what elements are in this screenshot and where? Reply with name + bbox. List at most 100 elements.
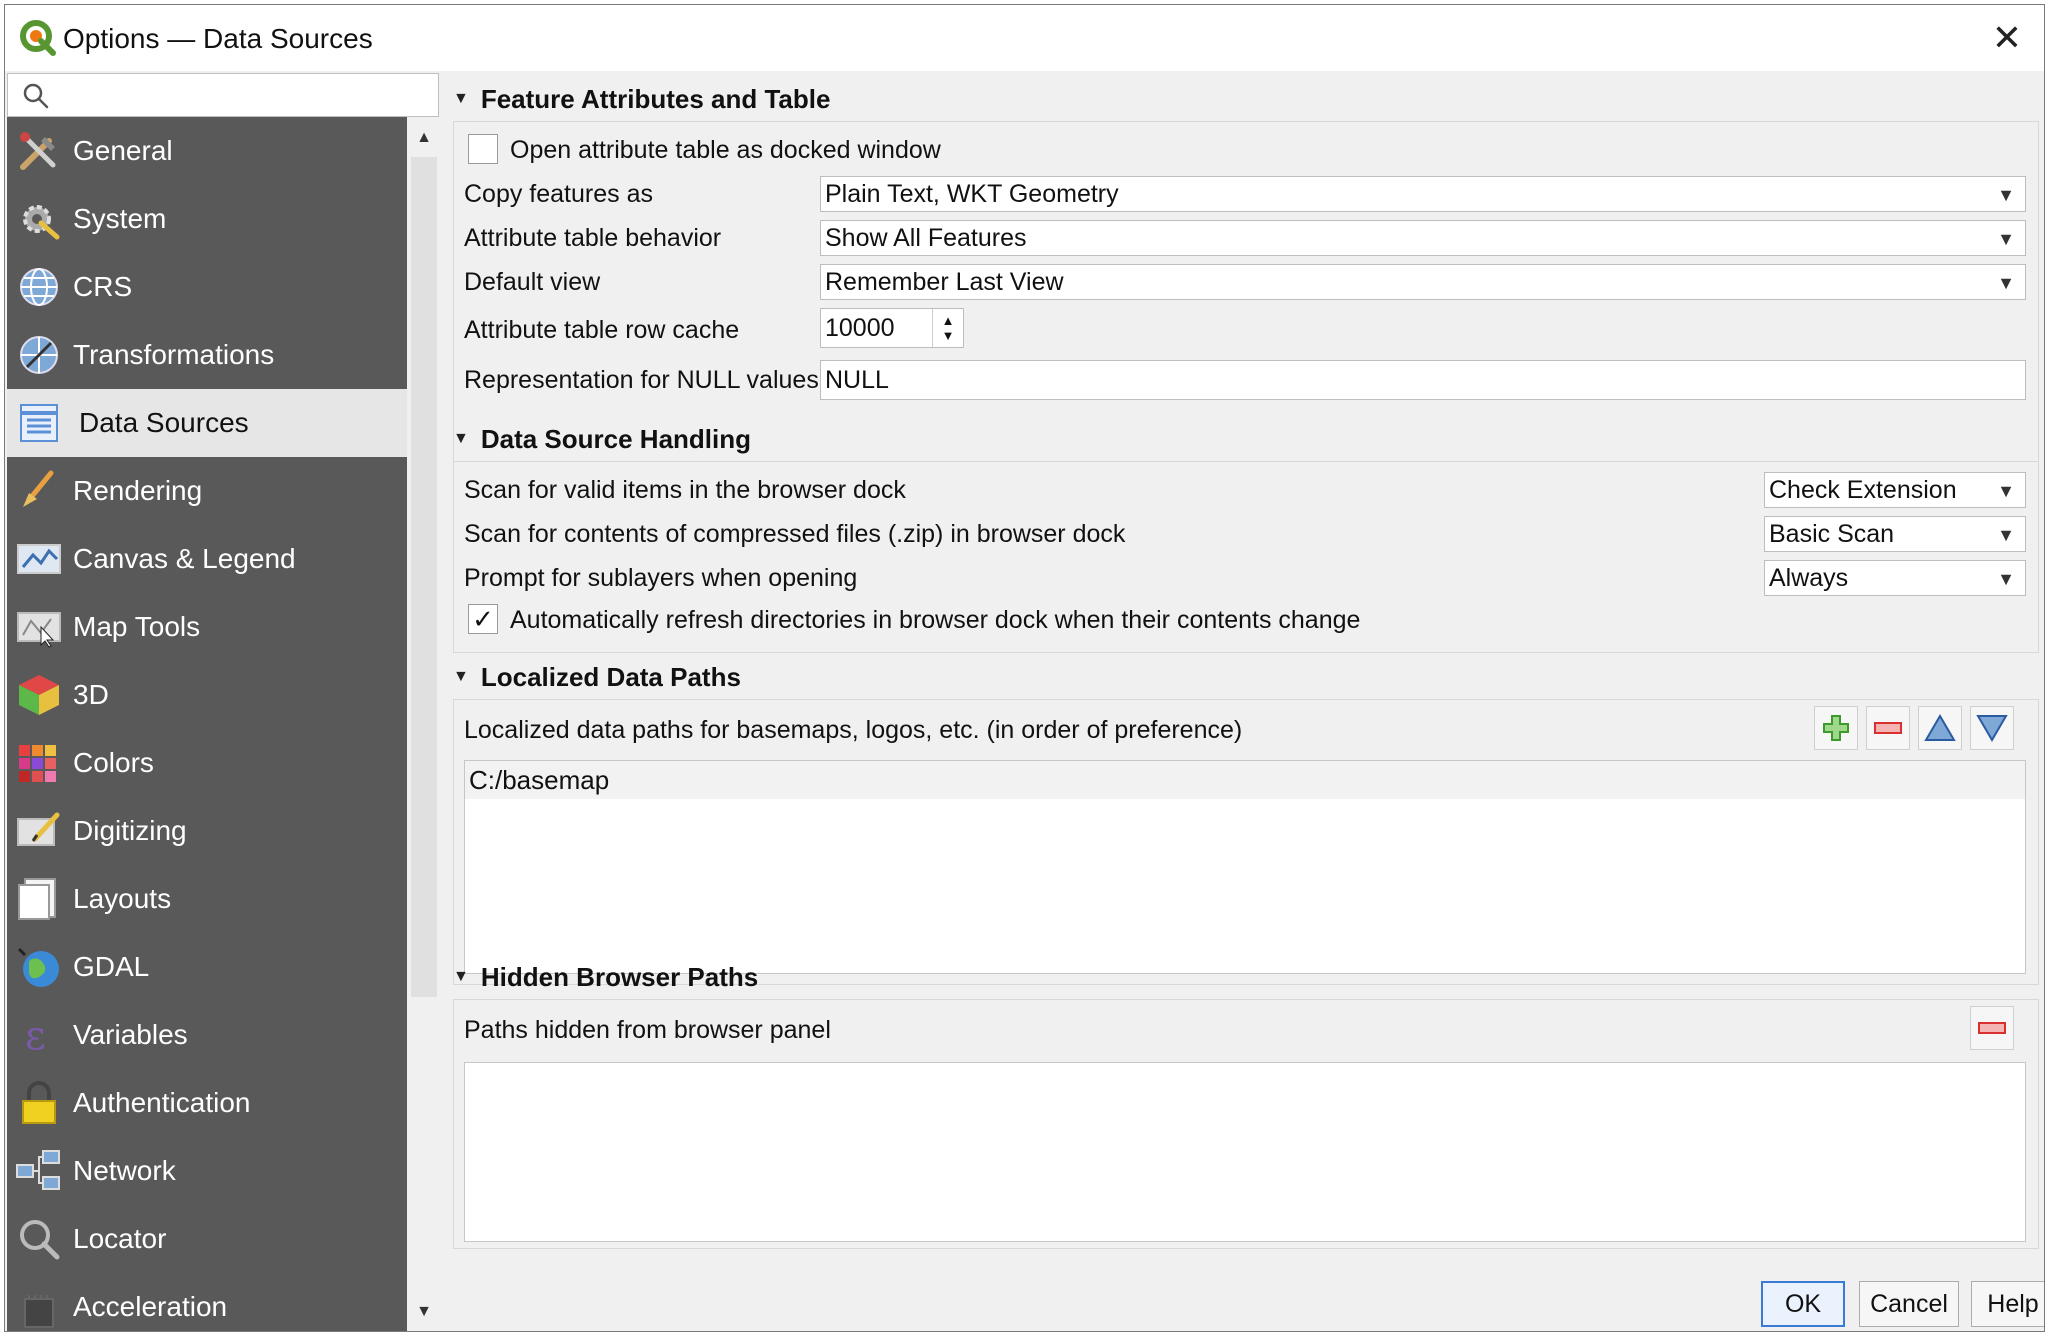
canvas-icon [17,544,61,574]
move-down-button[interactable] [1970,706,2014,750]
sidebar-item-data-sources[interactable]: Data Sources [7,389,407,457]
scan-value: Check Extension [1769,476,1957,504]
sidebar-item-label: Map Tools [73,611,201,642]
cancel-button[interactable]: Cancel [1859,1281,1959,1327]
brush-icon [23,470,54,507]
svg-text:ε: ε [25,1013,46,1057]
sublayers-select[interactable]: Always ▼ [1764,560,2026,596]
sidebar-item-acceleration[interactable]: Acceleration [7,1273,407,1331]
behavior-select[interactable]: Show All Features ▼ [820,220,2026,256]
group-hidden-paths: Paths hidden from browser panel [453,999,2039,1249]
window-title: Options — Data Sources [63,23,373,54]
chevron-down-icon: ▼ [1997,229,2015,249]
remove-hidden-path-button[interactable] [1970,1006,2014,1050]
scroll-up-icon: ▲ [416,129,432,146]
default-view-select[interactable]: Remember Last View ▼ [820,264,2026,300]
zip-label: Scan for contents of compressed files (.… [464,520,1126,548]
collapse-icon: ▼ [453,90,469,107]
arrow-down-icon [1976,715,2008,742]
chip-icon [24,1295,54,1328]
sidebar-item-label: 3D [73,679,109,710]
arrow-up-icon [1924,714,1956,741]
sublayers-value: Always [1769,564,1849,592]
sidebar-item-colors[interactable]: Colors [7,729,407,797]
sidebar-item-crs[interactable]: CRS [7,253,407,321]
add-path-button[interactable] [1814,706,1858,750]
row-cache-spinbox[interactable]: 10000 ▲ ▼ [820,308,964,348]
sidebar-item-map-tools[interactable]: Map Tools [7,593,407,661]
group-feature-attributes: Open attribute table as docked window Co… [453,121,2039,467]
copy-features-select[interactable]: Plain Text, WKT Geometry ▼ [820,176,2026,212]
spin-up-icon[interactable]: ▲ [942,313,955,328]
chevron-down-icon: ▼ [1997,569,2015,589]
plus-icon [1823,715,1849,741]
search-input[interactable] [64,78,428,114]
sidebar-item-rendering[interactable]: Rendering [7,457,407,525]
scroll-up-button[interactable]: ▲ [409,123,439,153]
check-icon: ✓ [472,603,494,634]
sidebar-scrollbar[interactable]: ▲ ▼ [409,117,439,1331]
section-title: Feature Attributes and Table [480,83,831,114]
sidebar-item-variables[interactable]: ε Variables [7,1001,407,1069]
minus-icon [1874,722,1902,734]
zip-select[interactable]: Basic Scan ▼ [1764,516,2026,552]
sidebar-item-transformations[interactable]: Transformations [7,321,407,389]
qgis-logo-icon [20,20,56,56]
palette-icon [19,745,56,782]
behavior-label: Attribute table behavior [464,224,722,252]
section-header-data-source-handling[interactable]: ▼ Data Source Handling [453,419,751,459]
scroll-thumb[interactable] [411,157,437,997]
sidebar-item-digitizing[interactable]: Digitizing [7,797,407,865]
auto-refresh-checkbox[interactable]: ✓ [468,604,498,634]
remove-path-button[interactable] [1866,706,1910,750]
main-panel: ▼ Feature Attributes and Table Open attr… [443,71,2044,1331]
default-view-label: Default view [464,268,601,296]
section-header-feature-attributes[interactable]: ▼ Feature Attributes and Table [453,79,830,119]
sidebar-item-label: Network [73,1155,176,1186]
close-button[interactable]: ✕ [1980,11,2034,65]
spin-arrows[interactable]: ▲ ▼ [932,309,963,347]
sidebar-item-label: Colors [73,747,154,778]
sidebar-item-canvas-legend[interactable]: Canvas & Legend [7,525,407,593]
close-icon: ✕ [1991,17,2023,58]
group-data-source-handling: Scan for valid items in the browser dock… [453,461,2039,653]
row-cache-label: Attribute table row cache [464,316,740,344]
globe-icon [20,268,58,306]
minus-icon [1978,1022,2006,1034]
null-value-field[interactable]: NULL [820,360,2026,400]
open-docked-checkbox[interactable] [468,134,498,164]
sidebar-item-gdal[interactable]: GDAL [7,933,407,1001]
transform-icon [20,336,58,374]
sidebar-item-label: Rendering [73,475,203,506]
help-button[interactable]: Help [1971,1281,2044,1327]
spin-down-icon[interactable]: ▼ [942,328,955,343]
auto-refresh-label: Automatically refresh directories in bro… [510,606,1361,634]
scroll-down-icon: ▼ [416,1303,432,1320]
system-icon [23,205,60,240]
scroll-down-button[interactable]: ▼ [409,1297,439,1327]
sidebar: General System CRS Transformations Data … [7,117,407,1331]
hidden-paths-list[interactable] [464,1062,2026,1242]
sidebar-item-label: Transformations [73,339,275,370]
sidebar-item-authentication[interactable]: Authentication [7,1069,407,1137]
sidebar-item-label: Canvas & Legend [73,543,296,574]
sidebar-item-layouts[interactable]: Layouts [7,865,407,933]
behavior-value: Show All Features [825,224,1027,252]
scan-select[interactable]: Check Extension ▼ [1764,472,2026,508]
section-header-hidden-paths[interactable]: ▼ Hidden Browser Paths [453,957,758,997]
row-cache-value: 10000 [825,314,895,342]
ok-button[interactable]: OK [1761,1281,1845,1327]
localized-paths-list[interactable]: C:/basemap [464,760,2026,974]
lock-icon [22,1081,56,1124]
collapse-icon: ▼ [453,430,469,447]
section-header-localized-paths[interactable]: ▼ Localized Data Paths [453,657,741,697]
sidebar-item-3d[interactable]: 3D [7,661,407,729]
list-item[interactable]: C:/basemap [465,761,2025,799]
sidebar-item-system[interactable]: System [7,185,407,253]
sidebar-item-network[interactable]: Network [7,1137,407,1205]
group-localized-paths: Localized data paths for basemaps, logos… [453,699,2039,985]
sidebar-item-label: Layouts [73,883,172,914]
sidebar-item-locator[interactable]: Locator [7,1205,407,1273]
move-up-button[interactable] [1918,706,1962,750]
sidebar-item-general[interactable]: General [7,117,407,185]
